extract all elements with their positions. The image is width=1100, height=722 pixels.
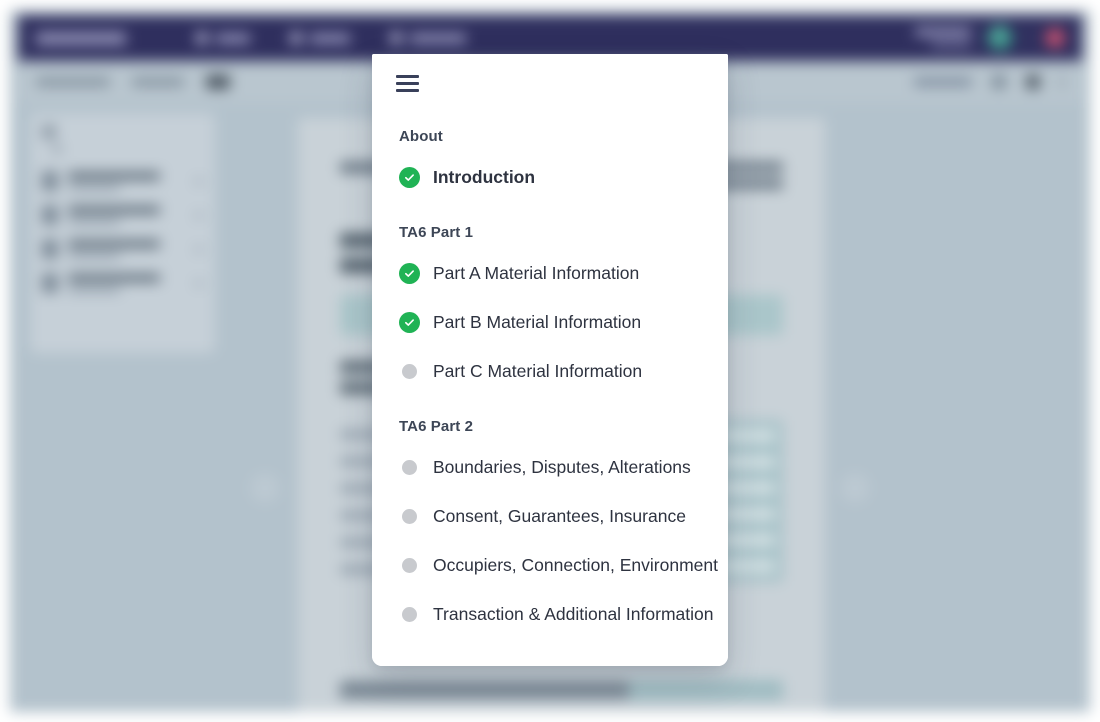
file-icon (42, 239, 58, 259)
file-name (68, 273, 160, 282)
status-complete-icon (399, 263, 420, 284)
section-title-about: About (399, 128, 443, 145)
status-pending-icon (399, 555, 420, 576)
app-logo (36, 31, 126, 45)
user-info (915, 28, 971, 48)
section-title-ta6-part-2: TA6 Part 2 (399, 418, 474, 435)
nav-item-1[interactable] (196, 32, 250, 44)
status-pending-icon (399, 604, 420, 625)
list-item[interactable] (42, 171, 203, 191)
form-navigation-modal: About Introduction TA6 Part 1 Part A Mat… (372, 54, 728, 666)
more-options-icon[interactable] (1060, 75, 1064, 89)
file-meta (68, 184, 120, 191)
toolbar-icon-2[interactable] (1026, 75, 1040, 89)
breadcrumb-segment-1[interactable] (36, 78, 110, 86)
chevron-down-icon[interactable] (52, 146, 62, 152)
toolbar-label (914, 78, 972, 86)
nav-item-part-c-material-information[interactable]: Part C Material Information (386, 347, 708, 396)
nav-item-label: Part A Material Information (433, 263, 640, 283)
nav-item-consent-guarantees-insurance[interactable]: Consent, Guarantees, Insurance (386, 492, 708, 541)
status-pending-icon (399, 361, 420, 382)
user-name-line (915, 28, 971, 36)
folder-icon (390, 32, 402, 44)
nav-item-occupiers-connection-environment[interactable]: Occupiers, Connection, Environment (386, 541, 718, 590)
nav-item-label: Consent, Guarantees, Insurance (433, 506, 686, 526)
avatar[interactable] (987, 25, 1013, 51)
modal-header (372, 54, 728, 112)
nav-item-transaction-additional-information[interactable]: Transaction & Additional Information (386, 590, 713, 639)
nav-item-label: Transaction & Additional Information (433, 604, 714, 624)
status-complete-icon (399, 167, 420, 188)
file-icon (42, 171, 58, 191)
nav-item-boundaries-disputes-alterations[interactable]: Boundaries, Disputes, Alterations (386, 443, 708, 492)
chevron-down-icon[interactable] (195, 246, 203, 252)
top-nav-right-group (915, 25, 1064, 51)
chevron-down-icon[interactable] (195, 212, 203, 218)
toolbar-right-group (914, 75, 1064, 89)
previous-page-button[interactable] (248, 471, 282, 505)
nav-item-2[interactable] (290, 32, 350, 44)
nav-item-introduction[interactable]: Introduction (386, 153, 708, 202)
chevron-down-icon[interactable] (195, 280, 203, 286)
nav-item-label: Boundaries, Disputes, Alterations (433, 457, 691, 477)
status-pending-icon (399, 506, 420, 527)
nav-item-part-b-material-information[interactable]: Part B Material Information (386, 298, 708, 347)
next-page-button[interactable] (838, 471, 872, 505)
nav-item-2-label (310, 33, 350, 43)
toolbar-icon-1[interactable] (992, 75, 1006, 89)
document-icon (290, 32, 302, 44)
notification-badge-icon[interactable] (1046, 29, 1064, 47)
document-footer-text (340, 681, 629, 699)
nav-item-label: Part C Material Information (433, 361, 643, 381)
panel-collapse-icon[interactable] (42, 125, 56, 139)
nav-item-3[interactable] (390, 32, 466, 44)
status-pending-icon (399, 457, 420, 478)
file-icon (42, 205, 58, 225)
list-item[interactable] (42, 273, 203, 293)
list-item[interactable] (42, 205, 203, 225)
breadcrumb-pill (206, 75, 230, 89)
documents-list (42, 171, 203, 293)
modal-body: About Introduction TA6 Part 1 Part A Mat… (372, 128, 728, 659)
nav-item-label: Occupiers, Connection, Environment (433, 555, 718, 575)
app-root: About Introduction TA6 Part 1 Part A Mat… (0, 0, 1100, 722)
file-meta (68, 252, 120, 259)
file-meta (68, 218, 120, 225)
nav-item-3-label (410, 33, 466, 43)
file-name (68, 205, 160, 214)
documents-side-panel (30, 113, 215, 353)
file-meta (68, 286, 120, 293)
file-icon (42, 273, 58, 293)
section-title-ta6-part-1: TA6 Part 1 (399, 224, 474, 241)
nav-item-label: Part B Material Information (433, 312, 642, 332)
nav-list-about: Introduction (386, 153, 708, 202)
breadcrumb-segment-2[interactable] (132, 78, 184, 86)
list-item[interactable] (42, 239, 203, 259)
nav-item-part-a-material-information[interactable]: Part A Material Information (386, 249, 708, 298)
file-name (68, 239, 160, 248)
file-name (68, 171, 160, 180)
user-role-line (931, 41, 971, 48)
grid-icon (196, 32, 208, 44)
hamburger-menu-icon[interactable] (396, 74, 419, 92)
document-footer (340, 680, 783, 700)
nav-item-1-label (216, 33, 250, 43)
chevron-down-icon[interactable] (195, 178, 203, 184)
nav-item-label: Introduction (433, 167, 536, 187)
status-complete-icon (399, 312, 420, 333)
nav-divider (1029, 26, 1030, 50)
nav-list-ta6-part-2: Boundaries, Disputes, Alterations Consen… (386, 443, 718, 639)
document-footer-field (628, 680, 783, 700)
nav-list-ta6-part-1: Part A Material Information Part B Mater… (386, 249, 708, 396)
